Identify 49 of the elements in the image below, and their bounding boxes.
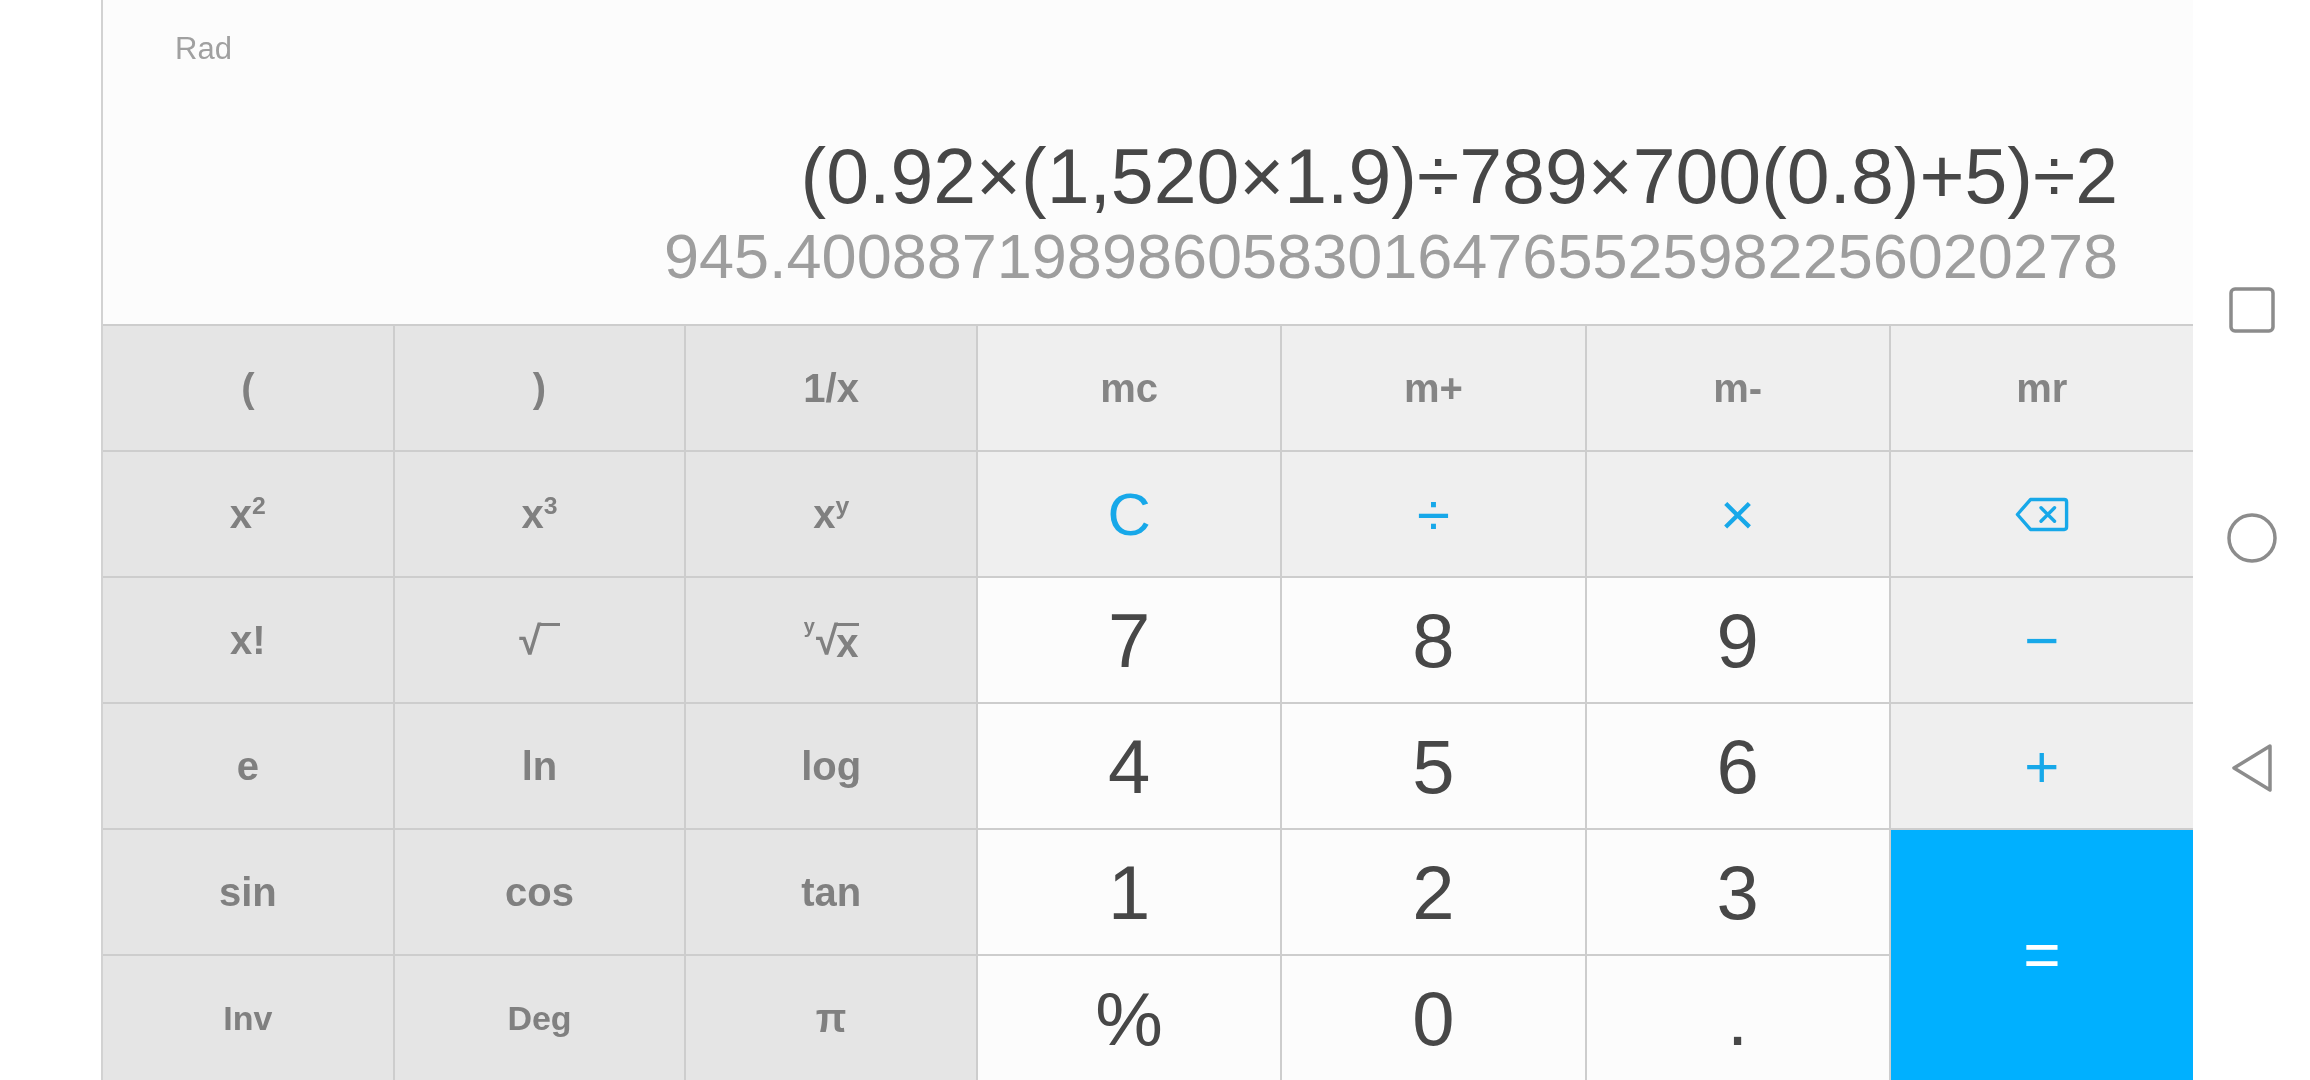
number-key[interactable]: % xyxy=(978,956,1281,1080)
result-preview: 945.40088719898605830164765525982256020278 xyxy=(663,220,2118,292)
recent-apps-button[interactable] xyxy=(2228,287,2275,333)
number-key[interactable]: 2 xyxy=(1282,830,1585,954)
memory-key[interactable]: m- xyxy=(1586,326,1889,450)
operator-key[interactable]: C xyxy=(978,452,1281,576)
expression-text: (0.92×(1,520×1.9)÷789×700(0.8)+5)÷2 xyxy=(800,132,2118,220)
function-key[interactable]: ( xyxy=(103,326,393,450)
function-key[interactable]: 1/x xyxy=(686,326,976,450)
operator-key[interactable]: ÷ xyxy=(1282,452,1585,576)
mode-key[interactable]: Inv xyxy=(103,956,393,1080)
equals-key[interactable]: = xyxy=(1890,830,2193,1080)
function-key[interactable]: x$^{3}$ xyxy=(394,452,685,576)
number-key[interactable]: 5 xyxy=(1282,704,1585,828)
function-key[interactable]: x$^{y}$ xyxy=(686,452,976,576)
operator-key[interactable]: + xyxy=(1890,704,2193,828)
function-key[interactable]: e xyxy=(103,704,393,828)
memory-key[interactable]: mr xyxy=(1890,326,2193,450)
number-key[interactable]: 3 xyxy=(1586,830,1889,954)
home-button[interactable] xyxy=(2226,513,2277,563)
number-key[interactable]: 9 xyxy=(1586,578,1889,702)
function-key[interactable]: tan xyxy=(686,830,976,954)
square-icon xyxy=(2228,287,2275,333)
function-key[interactable]: ) xyxy=(394,326,685,450)
root-key[interactable]: √ xyxy=(394,578,685,702)
function-key[interactable]: sin xyxy=(103,830,393,954)
function-key[interactable]: x! xyxy=(103,578,393,702)
back-button[interactable] xyxy=(2230,743,2273,793)
function-key[interactable]: π xyxy=(686,956,976,1080)
operator-key[interactable]: × xyxy=(1586,452,1889,576)
number-key[interactable]: 0 xyxy=(1282,956,1585,1080)
angle-mode-label: Rad xyxy=(175,31,232,67)
memory-key[interactable]: mc xyxy=(978,326,1281,450)
number-key[interactable]: . xyxy=(1586,956,1889,1080)
number-key[interactable]: 6 xyxy=(1586,704,1889,828)
mode-key[interactable]: Deg xyxy=(394,956,685,1080)
function-key[interactable]: log xyxy=(686,704,976,828)
function-key[interactable]: x$^{2}$ xyxy=(103,452,393,576)
number-key[interactable]: 7 xyxy=(978,578,1281,702)
back-icon xyxy=(2230,743,2273,793)
circle-icon xyxy=(2226,513,2277,563)
backspace-icon xyxy=(2014,496,2069,532)
number-key[interactable]: 1 xyxy=(978,830,1281,954)
memory-key[interactable]: m+ xyxy=(1282,326,1585,450)
function-key[interactable]: ln xyxy=(394,704,685,828)
number-key[interactable]: 4 xyxy=(978,704,1281,828)
function-key[interactable]: cos xyxy=(394,830,685,954)
operator-key[interactable]: − xyxy=(1890,578,2193,702)
number-key[interactable]: 8 xyxy=(1282,578,1585,702)
